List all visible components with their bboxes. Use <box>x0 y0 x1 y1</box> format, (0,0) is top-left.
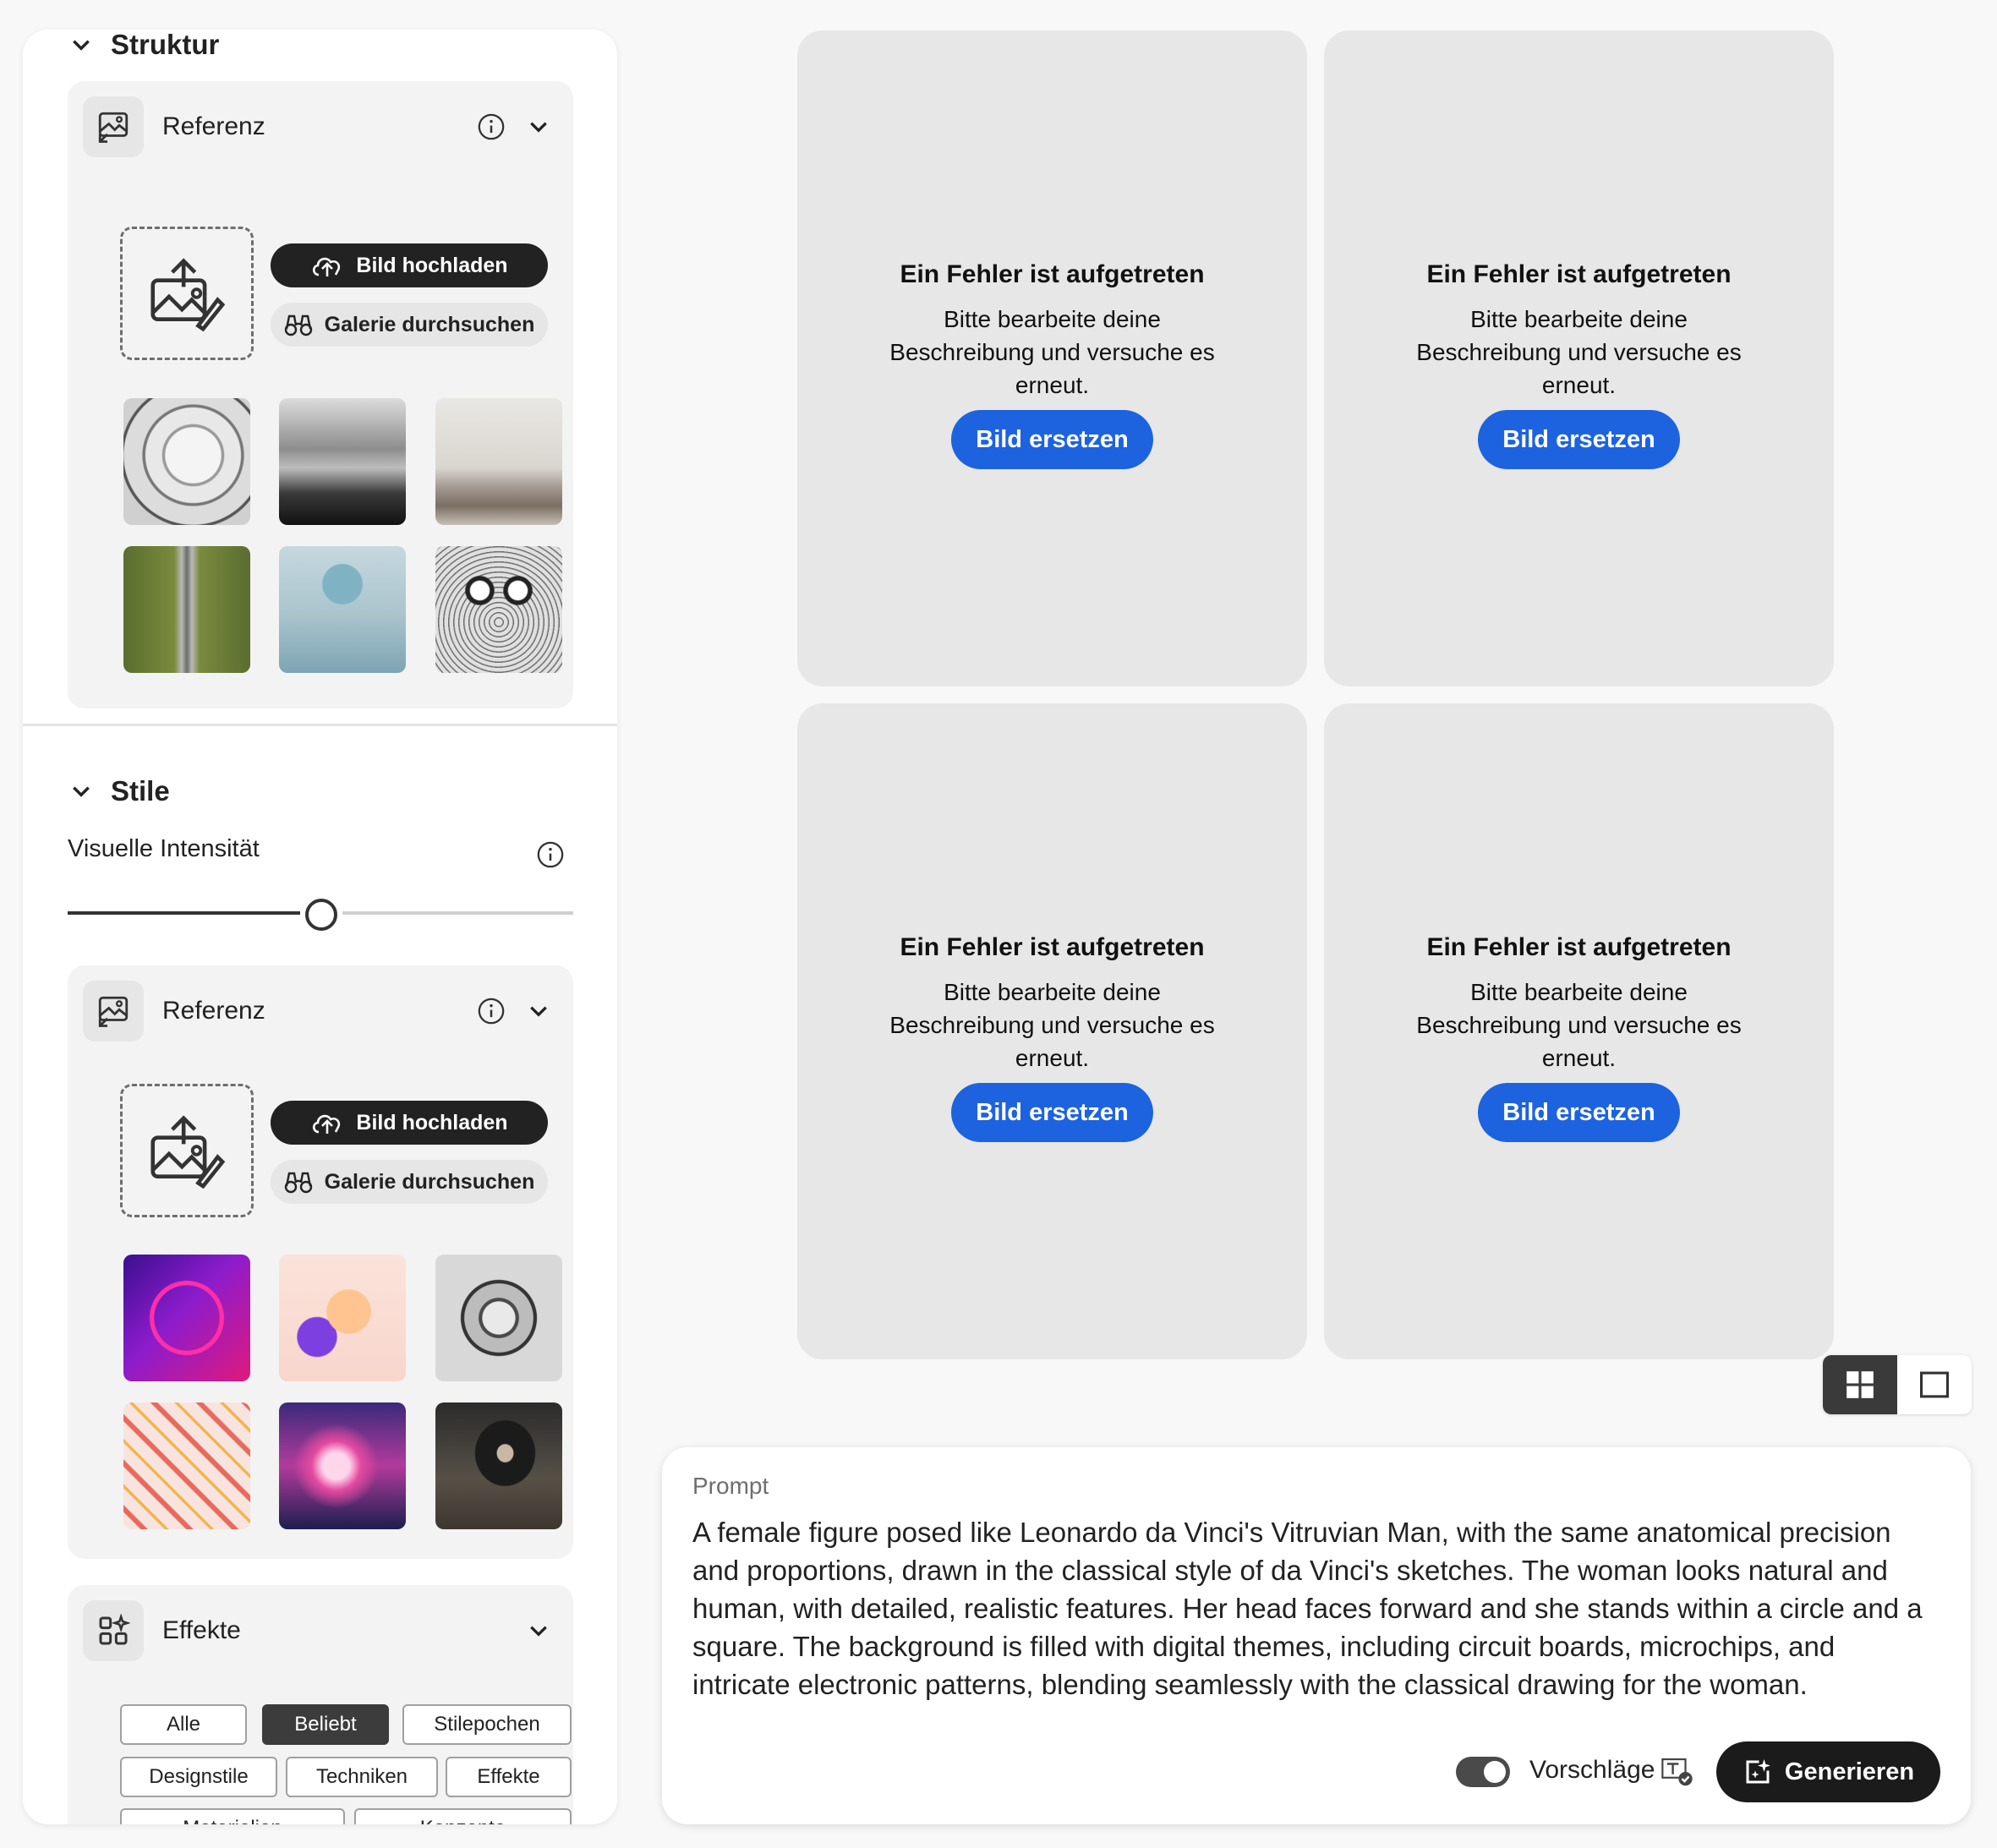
section-divider <box>23 724 617 726</box>
image-drop-zone[interactable] <box>120 1084 254 1217</box>
chip-designstile[interactable]: Designstile <box>120 1757 277 1797</box>
intensity-slider-track-filled[interactable] <box>68 911 300 915</box>
info-icon[interactable] <box>477 112 506 141</box>
generate-label: Generieren <box>1784 1758 1915 1785</box>
intensity-slider-handle[interactable] <box>305 899 337 931</box>
effects-header[interactable]: Effekte <box>83 1600 558 1661</box>
view-mode-toggle <box>1823 1355 1972 1414</box>
thumbnail-bird-sketch[interactable] <box>123 398 250 525</box>
chevron-down-icon[interactable] <box>528 1000 550 1022</box>
single-image-icon <box>1920 1371 1949 1398</box>
binoculars-icon <box>284 1172 312 1194</box>
prompt-label: Prompt <box>692 1473 769 1499</box>
result-tile: Ein Fehler ist aufgetreten Bitte bearbei… <box>797 703 1307 1359</box>
replace-image-button[interactable]: Bild ersetzen <box>1478 410 1680 469</box>
error-title: Ein Fehler ist aufgetreten <box>1426 933 1732 961</box>
browse-gallery-button[interactable]: Galerie durchsuchen <box>271 303 548 347</box>
text-check-icon[interactable] <box>1661 1757 1693 1787</box>
gallery-button-label: Galerie durchsuchen <box>324 312 535 336</box>
thumbnail-3d-thumbs-up[interactable] <box>279 1255 406 1381</box>
section-styles-header[interactable]: Stile <box>70 775 170 806</box>
chip-konzepte[interactable]: Konzepte <box>354 1808 572 1824</box>
thumbnail-seated-man[interactable] <box>435 1402 562 1529</box>
chip-techniken[interactable]: Techniken <box>286 1757 438 1797</box>
style-reference-card: Referenz Bild hochladen Galerie durchsuc… <box>68 965 573 1559</box>
section-title: Stile <box>111 775 170 806</box>
prompt-textarea[interactable]: A female figure posed like Leonardo da V… <box>692 1513 1940 1703</box>
error-title: Ein Fehler ist aufgetreten <box>1426 260 1732 288</box>
gallery-button-label: Galerie durchsuchen <box>324 1169 535 1194</box>
result-tile: Ein Fehler ist aufgetreten Bitte bearbei… <box>1324 703 1834 1359</box>
chip-beliebt[interactable]: Beliebt <box>262 1704 389 1745</box>
thumbnail-hand-pattern[interactable] <box>123 1402 250 1529</box>
chip-stilepochen[interactable]: Stilepochen <box>402 1704 572 1745</box>
reference-header[interactable]: Referenz <box>83 96 558 157</box>
thumbnail-neon-dancer[interactable] <box>123 1255 250 1381</box>
replace-image-button[interactable]: Bild ersetzen <box>951 410 1153 469</box>
error-title: Ein Fehler ist aufgetreten <box>900 260 1205 288</box>
result-tile: Ein Fehler ist aufgetreten Bitte bearbei… <box>1324 30 1834 686</box>
binoculars-icon <box>284 314 312 336</box>
result-tile: Ein Fehler ist aufgetreten Bitte bearbei… <box>797 30 1307 686</box>
generate-sparkle-icon <box>1746 1759 1770 1784</box>
structure-reference-card: Referenz Bild hochladen Galerie durchsuc… <box>68 81 573 708</box>
prompt-panel: Prompt A female figure posed like Leonar… <box>662 1447 1971 1824</box>
reference-label: Referenz <box>162 997 265 1025</box>
error-title: Ein Fehler ist aufgetreten <box>900 933 1205 961</box>
upload-image-icon <box>150 1115 226 1189</box>
reference-header[interactable]: Referenz <box>83 981 558 1042</box>
error-message: Bitte bearbeite deine Beschreibung und v… <box>889 979 1215 1071</box>
cloud-upload-icon <box>313 257 341 276</box>
reference-image-icon <box>83 981 144 1042</box>
chip-alle[interactable]: Alle <box>120 1704 247 1745</box>
thumbnail-misty-landscape[interactable] <box>279 398 406 525</box>
intensity-slider-track[interactable] <box>342 911 573 915</box>
toggle-knob <box>1484 1761 1506 1783</box>
effects-grid-icon <box>83 1600 144 1661</box>
grid-icon <box>1847 1371 1874 1398</box>
chevron-down-icon <box>73 40 90 51</box>
replace-image-button[interactable]: Bild ersetzen <box>1478 1083 1680 1142</box>
chip-effekte[interactable]: Effekte <box>446 1757 572 1797</box>
section-structure-header[interactable]: Struktur <box>70 30 219 60</box>
error-message: Bitte bearbeite deine Beschreibung und v… <box>889 306 1215 398</box>
upload-image-button[interactable]: Bild hochladen <box>271 243 548 287</box>
suggestions-label: Vorschläge <box>1529 1756 1655 1784</box>
thumbnail-owl-sketch[interactable] <box>435 546 562 673</box>
info-icon[interactable] <box>536 840 565 869</box>
effects-label: Effekte <box>162 1616 241 1644</box>
replace-image-button[interactable]: Bild ersetzen <box>951 1083 1153 1142</box>
thumbnail-pink-clouds[interactable] <box>279 1402 406 1529</box>
suggestions-toggle[interactable] <box>1456 1757 1510 1787</box>
grid-view-button[interactable] <box>1823 1355 1897 1414</box>
error-message: Bitte bearbeite deine Beschreibung und v… <box>1416 979 1742 1071</box>
reference-label: Referenz <box>162 112 265 140</box>
info-icon[interactable] <box>477 997 506 1025</box>
reference-image-icon <box>83 96 144 157</box>
thumbnail-engraved-portrait[interactable] <box>435 1255 562 1381</box>
thumbnail-straight-road[interactable] <box>123 546 250 673</box>
upload-image-icon <box>150 258 226 332</box>
thumbnail-sphere-on-cube[interactable] <box>279 546 406 673</box>
upload-image-button[interactable]: Bild hochladen <box>271 1101 548 1145</box>
thumbnail-living-room[interactable] <box>435 398 562 525</box>
effects-card: Effekte Alle Beliebt Stilepochen Designs… <box>68 1585 573 1824</box>
upload-button-label: Bild hochladen <box>356 1110 508 1134</box>
image-drop-zone[interactable] <box>120 227 254 360</box>
sidebar-panel: Struktur Referenz Bild hochladen Galerie… <box>23 30 617 1824</box>
chip-materialien[interactable]: Materialien <box>120 1808 345 1824</box>
generate-button[interactable]: Generieren <box>1716 1741 1940 1802</box>
chevron-down-icon <box>73 786 90 797</box>
browse-gallery-button[interactable]: Galerie durchsuchen <box>271 1160 548 1204</box>
error-message: Bitte bearbeite deine Beschreibung und v… <box>1416 306 1742 398</box>
visual-intensity-label: Visuelle Intensität <box>68 835 260 862</box>
cloud-upload-icon <box>313 1114 341 1134</box>
section-title: Struktur <box>111 30 220 60</box>
chevron-down-icon[interactable] <box>528 1620 550 1642</box>
upload-button-label: Bild hochladen <box>356 253 508 277</box>
single-view-button[interactable] <box>1897 1355 1972 1414</box>
chevron-down-icon[interactable] <box>528 116 550 138</box>
